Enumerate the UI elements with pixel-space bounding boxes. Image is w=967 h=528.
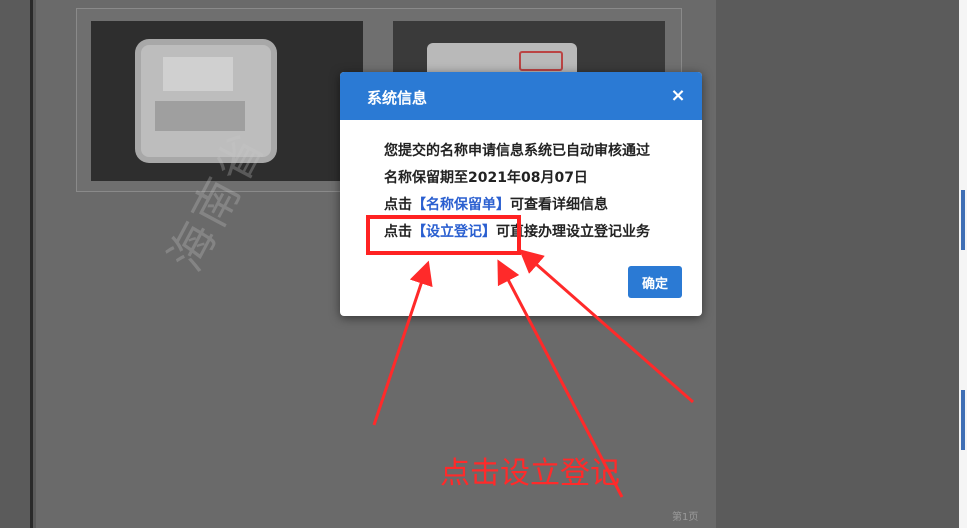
arrow-right xyxy=(518,249,694,404)
arrow-left xyxy=(372,260,433,426)
annotation-caption: 点击设立登记 xyxy=(440,456,620,491)
